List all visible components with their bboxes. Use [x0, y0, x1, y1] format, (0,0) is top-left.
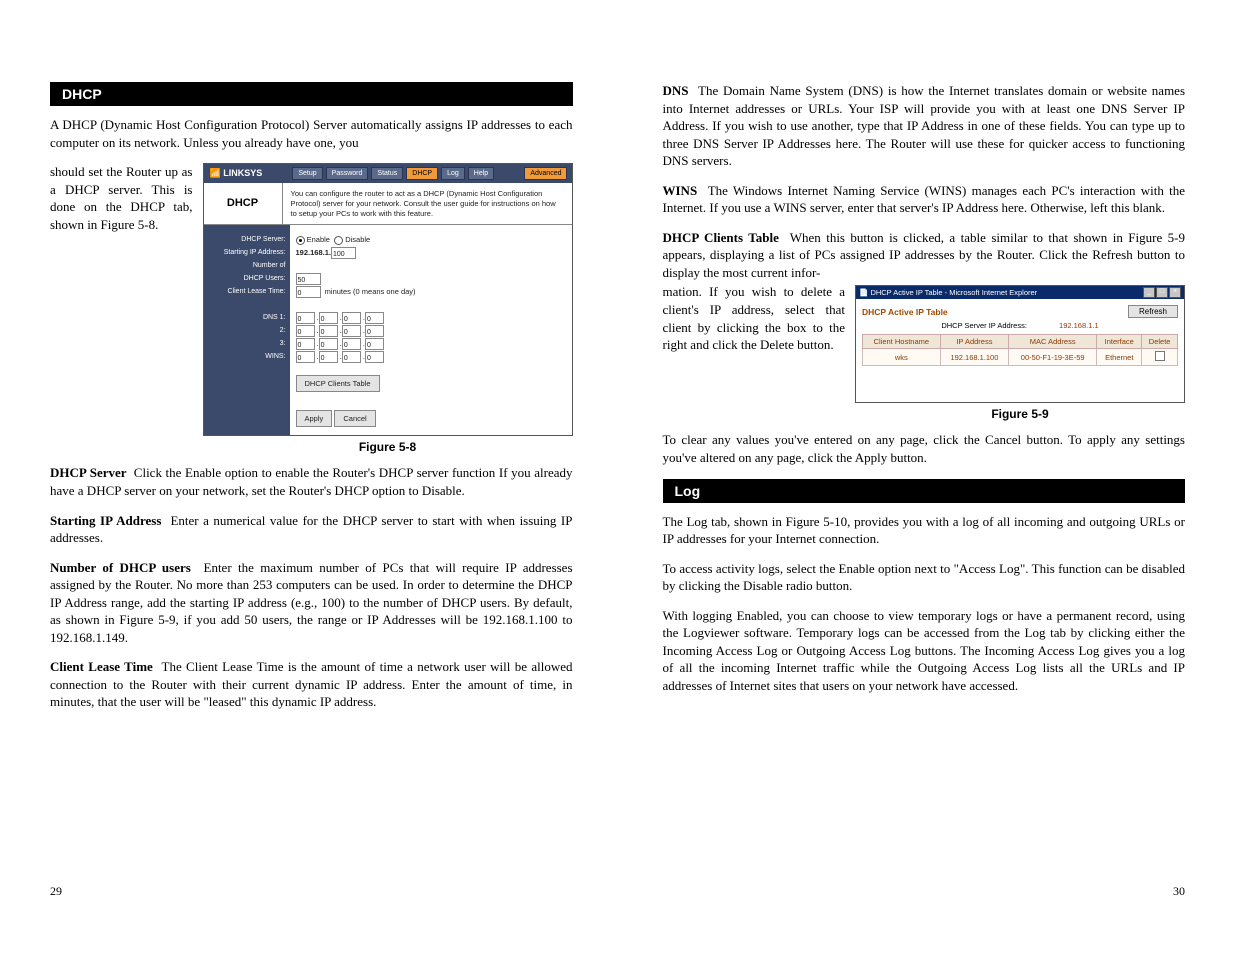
num-users-paragraph: Number of DHCP users Enter the maximum n…	[50, 559, 573, 647]
panel-title: DHCP	[204, 183, 283, 224]
dns-input[interactable]: 0	[342, 312, 361, 324]
delete-checkbox[interactable]	[1155, 351, 1165, 361]
table-row: wks 192.168.1.100 00-50-F1-19-3E-59 Ethe…	[863, 349, 1178, 366]
log-paragraph-2: To access activity logs, select the Enab…	[663, 560, 1186, 595]
lease-paragraph: Client Lease Time The Client Lease Time …	[50, 658, 573, 711]
clear-paragraph: To clear any values you've entered on an…	[663, 431, 1186, 466]
clients-table: Client Hostname IP Address MAC Address I…	[862, 334, 1178, 366]
wins-paragraph: WINS The Windows Internet Naming Service…	[663, 182, 1186, 217]
enable-radio[interactable]	[296, 236, 305, 245]
nav-tab[interactable]: Help	[468, 167, 494, 180]
nav-tab-active[interactable]: DHCP	[406, 167, 438, 180]
log-paragraph-3: With logging Enabled, you can choose to …	[663, 607, 1186, 695]
page-number: 29	[50, 884, 62, 899]
clients-paragraph: DHCP Clients Table When this button is c…	[663, 229, 1186, 282]
clients-table-button[interactable]: DHCP Clients Table	[296, 375, 380, 392]
panel-description: You can configure the router to act as a…	[283, 183, 572, 224]
figure-caption: Figure 5-8	[203, 440, 573, 454]
users-input[interactable]: 50	[296, 273, 321, 285]
section-heading: Log	[663, 479, 1186, 503]
cancel-button[interactable]: Cancel	[334, 410, 375, 427]
dns-input[interactable]: 0	[319, 338, 338, 350]
apply-button[interactable]: Apply	[296, 410, 333, 427]
dns-input[interactable]: 0	[342, 325, 361, 337]
close-icon[interactable]: ×	[1169, 287, 1181, 298]
disable-radio[interactable]	[334, 236, 343, 245]
dns-input[interactable]: 0	[296, 325, 315, 337]
table-title: DHCP Active IP Table	[862, 307, 948, 317]
dns-input[interactable]: 0	[365, 338, 384, 350]
dns-input[interactable]: 0	[342, 338, 361, 350]
wins-input[interactable]: 0	[319, 351, 338, 363]
dns-input[interactable]: 0	[319, 325, 338, 337]
dns-input[interactable]: 0	[365, 325, 384, 337]
lease-input[interactable]: 0	[296, 286, 321, 298]
nav-tab[interactable]: Log	[441, 167, 465, 180]
intro-paragraph: A DHCP (Dynamic Host Configuration Proto…	[50, 116, 573, 151]
form-labels: DHCP Server: Starting IP Address: Number…	[204, 225, 290, 435]
dns-input[interactable]: 0	[296, 338, 315, 350]
starting-ip-paragraph: Starting IP Address Enter a numerical va…	[50, 512, 573, 547]
dns-input[interactable]: 0	[365, 312, 384, 324]
brand-label: 📶 LINKSYS	[208, 168, 263, 179]
figure-5-8: 📶 LINKSYS Setup Password Status DHCP Log…	[203, 163, 573, 464]
nav-tab[interactable]: Password	[326, 167, 369, 180]
dns-input[interactable]: 0	[296, 312, 315, 324]
section-heading: DHCP	[50, 82, 573, 106]
window-title: 📄 DHCP Active IP Table - Microsoft Inter…	[859, 288, 1037, 297]
refresh-button[interactable]: Refresh	[1128, 305, 1178, 318]
minimize-icon[interactable]: _	[1143, 287, 1155, 298]
dns-paragraph: DNS The Domain Name System (DNS) is how …	[663, 82, 1186, 170]
figure-caption: Figure 5-9	[855, 407, 1185, 421]
wins-input[interactable]: 0	[296, 351, 315, 363]
start-ip-input[interactable]: 100	[331, 247, 356, 259]
figure-5-9: 📄 DHCP Active IP Table - Microsoft Inter…	[855, 285, 1185, 431]
nav-tab[interactable]: Status	[371, 167, 403, 180]
nav-tab-advanced[interactable]: Advanced	[524, 167, 567, 180]
dhcp-server-paragraph: DHCP Server Click the Enable option to e…	[50, 464, 573, 499]
log-paragraph-1: The Log tab, shown in Figure 5-10, provi…	[663, 513, 1186, 548]
maximize-icon[interactable]: □	[1156, 287, 1168, 298]
wins-input[interactable]: 0	[365, 351, 384, 363]
page-number: 30	[1173, 884, 1185, 899]
dns-input[interactable]: 0	[319, 312, 338, 324]
nav-tab[interactable]: Setup	[292, 167, 322, 180]
wins-input[interactable]: 0	[342, 351, 361, 363]
